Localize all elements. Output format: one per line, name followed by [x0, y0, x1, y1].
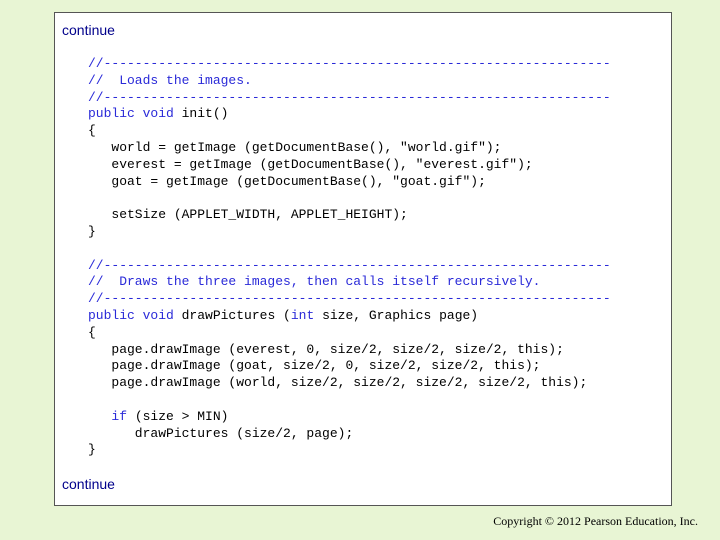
code-keyword: int: [290, 307, 315, 323]
code-comment: // Draws the three images, then calls it…: [88, 274, 541, 290]
code-comment: //--------------------------------------…: [88, 89, 611, 105]
continue-label-bottom: continue: [62, 476, 115, 492]
code-listing: //--------------------------------------…: [88, 56, 611, 459]
code-text: page.drawImage (world, size/2, size/2, s…: [88, 375, 588, 391]
code-comment: //--------------------------------------…: [88, 291, 611, 307]
code-line: {: [88, 325, 611, 342]
code-comment: // Loads the images.: [88, 72, 252, 88]
code-keyword: public void: [88, 307, 174, 323]
code-text: {: [88, 123, 96, 139]
code-text: }: [88, 442, 96, 458]
code-comment: //--------------------------------------…: [88, 56, 611, 71]
code-comment: //--------------------------------------…: [88, 257, 611, 273]
code-line: public void init(): [88, 106, 611, 123]
code-line: page.drawImage (goat, size/2, 0, size/2,…: [88, 358, 611, 375]
continue-label-top: continue: [62, 22, 115, 38]
code-line: drawPictures (size/2, page);: [88, 426, 611, 443]
code-text: drawPictures (size/2, page);: [88, 425, 354, 441]
code-keyword: if: [111, 408, 128, 424]
code-line: //--------------------------------------…: [88, 291, 611, 308]
code-line: if (size > MIN): [88, 409, 611, 426]
code-line: world = getImage (getDocumentBase(), "wo…: [88, 140, 611, 157]
code-text: page.drawImage (goat, size/2, 0, size/2,…: [88, 358, 541, 374]
code-line: //--------------------------------------…: [88, 258, 611, 275]
code-text: world = getImage (getDocumentBase(), "wo…: [88, 139, 502, 155]
code-line: }: [88, 442, 611, 459]
code-line: public void drawPictures (int size, Grap…: [88, 308, 611, 325]
code-line: page.drawImage (world, size/2, size/2, s…: [88, 375, 611, 392]
code-keyword: public void: [88, 106, 174, 122]
code-line: //--------------------------------------…: [88, 90, 611, 107]
code-line: setSize (APPLET_WIDTH, APPLET_HEIGHT);: [88, 207, 611, 224]
code-text: (size > MIN): [127, 408, 229, 424]
code-line: {: [88, 123, 611, 140]
copyright-notice: Copyright © 2012 Pearson Education, Inc.: [493, 514, 698, 528]
code-text: {: [88, 324, 96, 340]
code-line: //--------------------------------------…: [88, 56, 611, 73]
code-text: init(): [173, 106, 229, 122]
code-line: everest = getImage (getDocumentBase(), "…: [88, 157, 611, 174]
code-text: size, Graphics page): [314, 307, 479, 323]
code-line: // Draws the three images, then calls it…: [88, 274, 611, 291]
code-text: goat = getImage (getDocumentBase(), "goa…: [88, 173, 486, 189]
code-line: // Loads the images.: [88, 73, 611, 90]
code-text: page.drawImage (everest, 0, size/2, size…: [88, 341, 564, 357]
code-text: setSize (APPLET_WIDTH, APPLET_HEIGHT);: [88, 207, 408, 223]
code-text: drawPictures (: [173, 307, 291, 323]
code-text: }: [88, 223, 96, 239]
code-line: }: [88, 224, 611, 241]
code-text: everest = getImage (getDocumentBase(), "…: [88, 156, 533, 172]
code-line: goat = getImage (getDocumentBase(), "goa…: [88, 174, 611, 191]
code-line: page.drawImage (everest, 0, size/2, size…: [88, 342, 611, 359]
